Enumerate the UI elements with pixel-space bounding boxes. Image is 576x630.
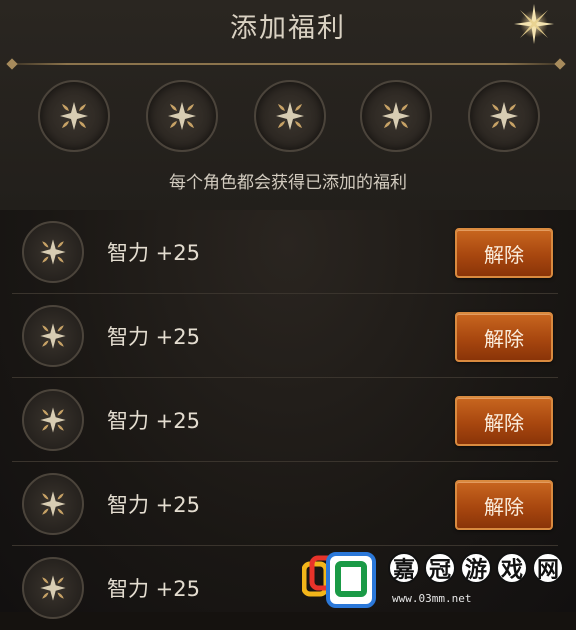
benefit-slot[interactable] bbox=[254, 80, 326, 152]
close-button[interactable] bbox=[510, 2, 558, 46]
watermark-char: 游 bbox=[460, 552, 492, 584]
site-watermark: 嘉 冠 游 戏 网 www.03mm.net bbox=[300, 548, 576, 612]
dialog-title: 添加福利 bbox=[230, 13, 346, 44]
benefit-emblem-icon bbox=[382, 102, 410, 130]
benefit-slot[interactable] bbox=[38, 80, 110, 152]
benefit-row: 智力 +25 解除 bbox=[12, 294, 558, 378]
watermark-char: 戏 bbox=[496, 552, 528, 584]
watermark-char: 嘉 bbox=[388, 552, 420, 584]
benefit-row: 智力 +25 解除 bbox=[12, 210, 558, 294]
benefit-emblem-icon bbox=[40, 407, 66, 433]
benefit-emblem-icon bbox=[40, 575, 66, 601]
benefit-row-icon bbox=[22, 557, 84, 619]
benefit-emblem-icon bbox=[490, 102, 518, 130]
benefit-row-icon bbox=[22, 305, 84, 367]
benefit-label: 智力 +25 bbox=[107, 325, 200, 349]
watermark-char: 网 bbox=[532, 552, 564, 584]
benefit-row: 智力 +25 解除 bbox=[12, 462, 558, 546]
remove-button[interactable]: 解除 bbox=[455, 396, 553, 446]
benefit-slot[interactable] bbox=[146, 80, 218, 152]
benefit-label: 智力 +25 bbox=[107, 493, 200, 517]
benefit-emblem-icon bbox=[40, 323, 66, 349]
benefit-label: 智力 +25 bbox=[107, 241, 200, 265]
benefit-row-icon bbox=[22, 473, 84, 535]
benefit-row-icon bbox=[22, 389, 84, 451]
benefit-label: 智力 +25 bbox=[107, 577, 200, 601]
remove-button[interactable]: 解除 bbox=[455, 228, 553, 278]
benefit-slot[interactable] bbox=[468, 80, 540, 152]
benefits-dialog: 添加福利 每个角色都会获得已添加的福利 智力 +25 解除 智力 +25 解除 … bbox=[0, 0, 576, 619]
benefit-emblem-icon bbox=[276, 102, 304, 130]
benefit-slot[interactable] bbox=[360, 80, 432, 152]
benefit-emblem-icon bbox=[168, 102, 196, 130]
benefit-emblem-icon bbox=[60, 102, 88, 130]
watermark-chars: 嘉 冠 游 戏 网 bbox=[388, 552, 564, 584]
benefit-row-icon bbox=[22, 221, 84, 283]
watermark-char: 冠 bbox=[424, 552, 456, 584]
benefit-row: 智力 +25 解除 bbox=[12, 378, 558, 462]
watermark-logo-icon bbox=[302, 552, 376, 608]
remove-button[interactable]: 解除 bbox=[455, 312, 553, 362]
dialog-header: 添加福利 每个角色都会获得已添加的福利 bbox=[0, 0, 576, 210]
benefit-emblem-icon bbox=[40, 491, 66, 517]
watermark-url: www.03mm.net bbox=[392, 592, 472, 605]
remove-button[interactable]: 解除 bbox=[455, 480, 553, 530]
dialog-subtitle: 每个角色都会获得已添加的福利 bbox=[169, 173, 407, 193]
header-divider bbox=[12, 63, 560, 65]
benefit-emblem-icon bbox=[40, 239, 66, 265]
sparkle-close-icon bbox=[514, 4, 554, 44]
benefit-slots bbox=[38, 80, 548, 152]
benefit-label: 智力 +25 bbox=[107, 409, 200, 433]
